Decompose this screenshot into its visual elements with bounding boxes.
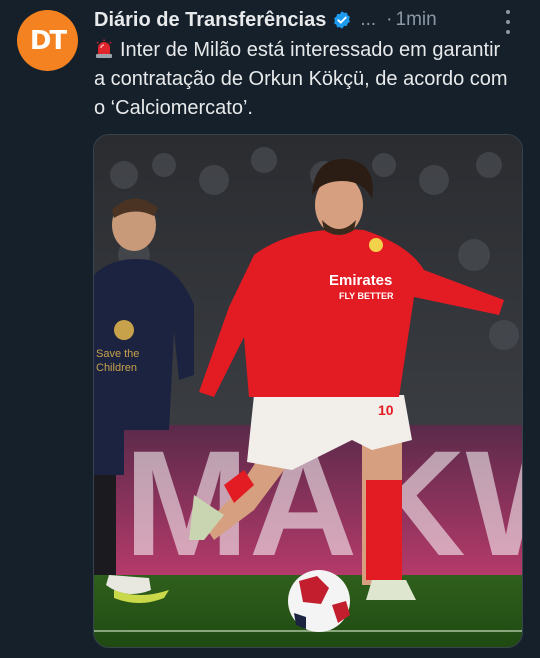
tweet-text: Inter de Milão está interessado em garan… bbox=[94, 39, 508, 119]
football-ball bbox=[288, 570, 350, 632]
author-avatar[interactable]: DT bbox=[17, 10, 78, 71]
sponsor-text-2: FLY BETTER bbox=[339, 291, 394, 301]
shirt-number: 10 bbox=[378, 402, 394, 418]
siren-emoji-icon bbox=[96, 39, 112, 58]
author-name[interactable]: Diário de Transferências bbox=[94, 9, 326, 32]
tweet-header: Diário de Transferências ... · 1min bbox=[94, 6, 520, 34]
football-photo: MAKW Save the Children bbox=[94, 135, 522, 647]
author-handle[interactable]: ... bbox=[360, 9, 376, 31]
avatar-logo: DT bbox=[29, 25, 67, 56]
tweet-card[interactable]: DT Diário de Transferências ... · 1min I… bbox=[0, 0, 540, 658]
more-options-icon[interactable] bbox=[498, 10, 518, 34]
opponent-shirt-text-2: Children bbox=[96, 362, 137, 374]
tweet-media-photo[interactable]: MAKW Save the Children bbox=[93, 134, 523, 648]
verified-badge-icon bbox=[334, 11, 351, 29]
tweet-text-container: Inter de Milão está interessado em garan… bbox=[94, 36, 514, 123]
opponent-shirt-text-1: Save the bbox=[96, 348, 139, 360]
sponsor-text-1: Emirates bbox=[329, 272, 392, 289]
tweet-timestamp[interactable]: 1min bbox=[396, 9, 437, 31]
header-separator: · bbox=[386, 9, 393, 30]
